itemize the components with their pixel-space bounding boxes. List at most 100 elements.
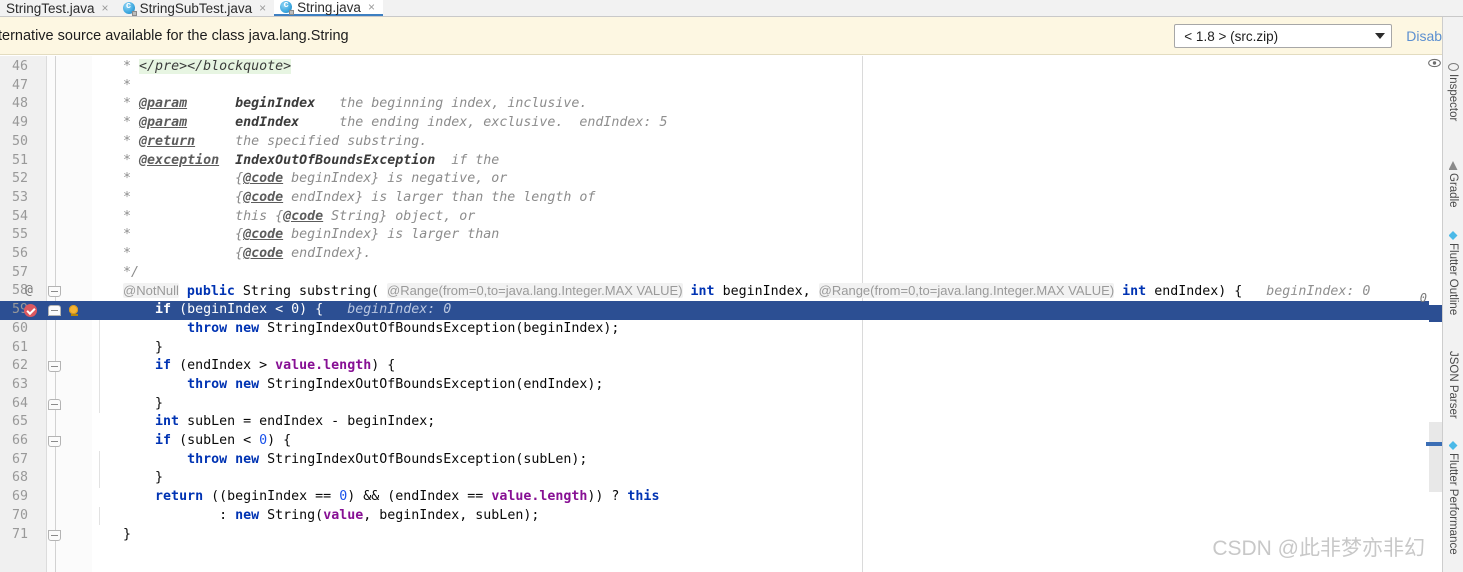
code-line[interactable]: 65 int subLen = endIndex - beginIndex; [0, 413, 1463, 432]
code-line-text: * this {@code String} object, or [91, 208, 475, 227]
code-token: @code [283, 208, 324, 224]
code-line[interactable]: 62 if (endIndex > value.length) { [0, 357, 1463, 376]
flutter-icon [1448, 231, 1458, 240]
code-line-text: throw new StringIndexOutOfBoundsExceptio… [91, 320, 619, 339]
fold-box [48, 286, 61, 298]
code-token: * [91, 133, 140, 149]
code-token: @Range(from=0,to=java.lang.Integer.MAX V… [818, 283, 1115, 299]
right-tool-window-stripe[interactable]: Inspector Gradle Flutter Outline JSON Parse… [1442, 17, 1463, 572]
code-token: throw [187, 376, 228, 392]
code-line-text: return ((beginIndex == 0) && (endIndex =… [91, 488, 659, 507]
line-number: 62 [11, 358, 28, 374]
code-token: beginIndex, [714, 284, 819, 300]
code-token: * [91, 115, 140, 131]
close-icon[interactable]: × [368, 0, 375, 14]
close-icon[interactable]: × [259, 1, 266, 15]
code-line[interactable]: 59 if (beginIndex < 0) { beginIndex: 0 [0, 301, 1463, 320]
fold-marker[interactable] [48, 361, 62, 375]
code-token: endIndex) { [1146, 284, 1243, 300]
line-number: 60 [11, 320, 28, 336]
editor-tab-1[interactable]: StringTest.java × [0, 0, 117, 16]
code-line[interactable]: 58 @NotNull public String substring( @Ra… [0, 282, 1463, 301]
code-line[interactable]: 48 * @param beginIndex the beginning ind… [0, 95, 1463, 114]
tool-window-button-json-parser[interactable]: JSON Parser [1443, 347, 1463, 419]
code-line-text: } [91, 526, 131, 545]
code-line[interactable]: 69 return ((beginIndex == 0) && (endInde… [0, 488, 1463, 507]
code-line[interactable]: 60 throw new StringIndexOutOfBoundsExcep… [0, 320, 1463, 339]
indent-guide [99, 450, 100, 489]
ide-window: StringTest.java×StringSubTest.java×Strin… [0, 0, 1463, 572]
fold-marker[interactable] [48, 436, 62, 450]
flutter-icon [1448, 441, 1458, 450]
code-line[interactable]: 47 * [0, 77, 1463, 96]
code-line[interactable]: 66 if (subLen < 0) { [0, 432, 1463, 451]
fold-marker[interactable] [48, 398, 62, 413]
code-token: * [91, 77, 132, 93]
code-line[interactable]: 54 * this {@code String} object, or [0, 208, 1463, 227]
code-line[interactable]: 56 * {@code endIndex}. [0, 245, 1463, 264]
code-line[interactable]: 68 } [0, 469, 1463, 488]
code-token: throw [187, 451, 228, 467]
java-class-icon [122, 0, 137, 16]
lightbulb-icon[interactable] [69, 305, 80, 317]
code-token: StringIndexOutOfBoundsException(endIndex… [259, 376, 604, 392]
code-line[interactable]: 55 * {@code beginIndex} is larger than [0, 226, 1463, 245]
eye-icon[interactable] [1428, 58, 1441, 68]
tool-window-button-inspector[interactable]: Inspector [1443, 59, 1463, 121]
code-token: 0 [339, 489, 348, 505]
editor-tab-2[interactable]: StringSubTest.java × [117, 0, 275, 16]
code-line[interactable]: 46 * </pre></blockquote> [0, 58, 1463, 77]
source-version-select[interactable]: < 1.8 > (src.zip) [1174, 24, 1393, 48]
editor-tab-3[interactable]: String.java × [274, 0, 383, 16]
code-line[interactable]: 64 } [0, 395, 1463, 414]
code-token: * [91, 59, 140, 74]
code-line[interactable]: 52 * {@code beginIndex} is negative, or [0, 170, 1463, 189]
code-token: 0 [291, 302, 300, 318]
caret-position-marker[interactable] [1429, 305, 1442, 322]
close-icon[interactable]: × [102, 1, 109, 15]
code-token: */ [91, 264, 140, 280]
code-token: </pre></blockquote> [139, 59, 292, 74]
line-number: 50 [11, 133, 28, 149]
line-number: 53 [11, 189, 28, 205]
code-line[interactable]: 61 } [0, 339, 1463, 358]
code-line[interactable]: 50 * @return the specified substring. [0, 133, 1463, 152]
indent-guide [99, 319, 100, 376]
tool-window-button-flutter-outline[interactable]: Flutter Outline [1443, 227, 1463, 315]
source-version-value: < 1.8 > (src.zip) [1184, 28, 1279, 44]
code-line[interactable]: 49 * @param endIndex the ending index, e… [0, 114, 1463, 133]
code-token: beginIndex} is negative, or [283, 171, 508, 187]
line-number: 68 [11, 470, 28, 486]
code-line[interactable]: 70 : new String(value, beginIndex, subLe… [0, 507, 1463, 526]
code-line[interactable]: 57 */ [0, 264, 1463, 283]
tool-window-button-flutter-performance[interactable]: Flutter Performance [1443, 437, 1463, 555]
code-line[interactable]: 67 throw new StringIndexOutOfBoundsExcep… [0, 451, 1463, 470]
line-number: 71 [11, 526, 28, 542]
tool-window-button-label: Flutter Performance [1447, 453, 1459, 555]
code-line-text: if (endIndex > value.length) { [91, 357, 395, 376]
code-token: new [235, 376, 260, 392]
code-token: StringIndexOutOfBoundsException(subLen); [259, 451, 588, 467]
code-token: the beginning index, inclusive. [315, 96, 588, 112]
tool-window-button-gradle[interactable]: Gradle [1443, 157, 1463, 208]
code-token: ((beginIndex == [203, 489, 340, 505]
fold-marker[interactable] [48, 286, 62, 300]
code-line[interactable]: 51 * @exception IndexOutOfBoundsExceptio… [0, 152, 1463, 171]
fold-marker[interactable] [48, 305, 62, 319]
code-token: if [155, 358, 172, 374]
code-line[interactable]: 53 * {@code endIndex} is larger than the… [0, 189, 1463, 208]
fold-marker[interactable] [48, 529, 62, 544]
code-line-text: int subLen = endIndex - beginIndex; [91, 413, 435, 432]
editor-scrollbar-track[interactable] [1429, 422, 1442, 492]
code-line[interactable]: 63 throw new StringIndexOutOfBoundsExcep… [0, 376, 1463, 395]
code-token: if [155, 302, 172, 318]
breakpoint-verified-icon[interactable] [24, 304, 37, 318]
code-editor[interactable]: 46 * </pre></blockquote> 47 * 48 * @param … [0, 56, 1463, 572]
annotation-marker[interactable]: @ [25, 283, 33, 298]
code-content[interactable]: 46 * </pre></blockquote> 47 * 48 * @param … [0, 56, 1463, 572]
